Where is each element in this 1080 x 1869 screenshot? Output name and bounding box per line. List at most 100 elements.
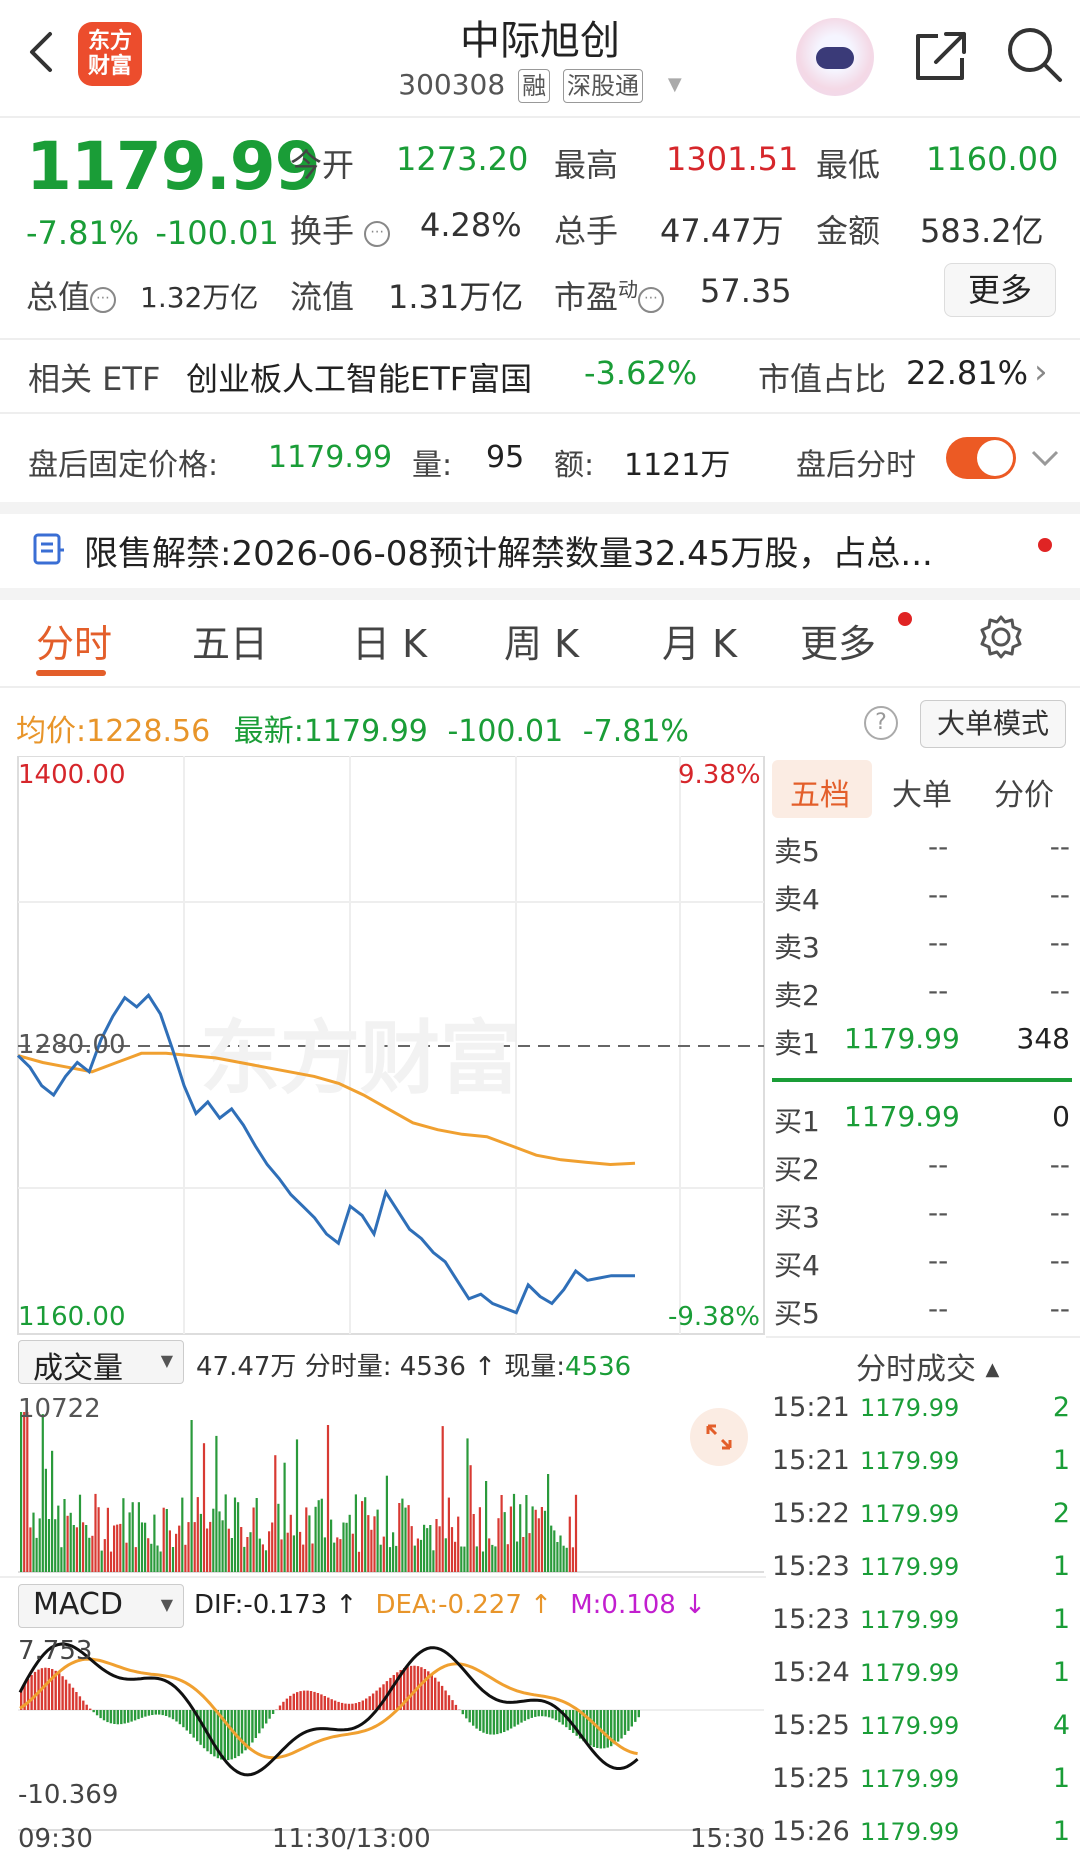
share-icon[interactable] (912, 28, 970, 84)
float-mcap-value: 1.31万亿 (388, 278, 524, 316)
macd-bar (147, 1710, 151, 1716)
info-icon: ⋯ (364, 221, 391, 247)
macd-bar (465, 1710, 468, 1719)
macd-bar (130, 1710, 133, 1722)
after-hours-chart-label: 盘后分时 (796, 448, 916, 483)
tab-day-k[interactable]: 日 K (352, 613, 427, 668)
volume-bar (97, 1507, 100, 1572)
volume-bar (171, 1547, 175, 1572)
tab-intraday[interactable]: 分时 (36, 613, 112, 668)
macd-bar (475, 1710, 478, 1729)
volume-bar (311, 1543, 314, 1572)
macd-bar (330, 1699, 333, 1710)
macd-bar (347, 1703, 351, 1710)
pct-top-label: 9.38% (678, 760, 761, 790)
tick-row: 15:26 1179.99 1 (772, 1816, 1070, 1847)
orderbook-row: 买1 1179.99 0 (774, 1100, 1070, 1138)
etf-row[interactable]: 相关 ETF 创业板人工智能ETF富国 -3.62% 市值占比 22.81% › (0, 340, 1080, 412)
volume-bar (209, 1521, 212, 1572)
low-value: 1160.00 (926, 140, 1059, 178)
ticks-title[interactable]: 分时成交 ▲ (856, 1344, 999, 1388)
volume-bar (404, 1507, 407, 1572)
volume-info: 47.47万 分时量: 4536 ↑ 现量:4536 (196, 1352, 632, 1382)
volume-bar (478, 1507, 481, 1572)
volume-bar (41, 1414, 44, 1572)
volume-bar (320, 1498, 323, 1572)
volume-bar (215, 1435, 218, 1572)
pe-value: 57.35 (700, 272, 792, 310)
tab-more[interactable]: 更多 (800, 613, 876, 668)
after-hours-toggle[interactable] (946, 437, 1016, 479)
tab-5day[interactable]: 五日 (192, 613, 268, 668)
chevron-right-icon: › (1034, 352, 1048, 392)
volume-bar (550, 1525, 553, 1572)
volume-bar (63, 1499, 66, 1572)
help-icon[interactable]: ? (864, 706, 898, 740)
volume-bar (131, 1502, 134, 1572)
orderbook-tab-price[interactable]: 分价 (994, 770, 1054, 814)
macd-bottom-label: -10.369 (18, 1780, 119, 1810)
macd-bar (430, 1674, 433, 1710)
macd-bar (392, 1675, 395, 1710)
macd-bar (30, 1675, 33, 1710)
volume-bar (339, 1539, 342, 1572)
search-icon[interactable] (1004, 24, 1064, 84)
volume-bar (258, 1538, 261, 1572)
pct-bottom-label: -9.38% (668, 1302, 760, 1332)
volume-bar (407, 1505, 410, 1572)
notice-text: 2026-06-08预计解禁数量32.45万股，占总... (231, 534, 933, 574)
expand-chart-icon[interactable] (690, 1408, 748, 1466)
volume-bar (509, 1506, 512, 1572)
volume-bar (574, 1494, 578, 1572)
volume-bar (202, 1443, 206, 1572)
volume-bar (261, 1544, 264, 1572)
volume-indicator-select[interactable]: 成交量 ▼ (18, 1340, 184, 1386)
mcap-value: 1.32万亿 (140, 281, 259, 314)
orderbook-tab-big[interactable]: 大单 (892, 770, 952, 814)
macd-bar (154, 1710, 157, 1715)
volume-bar (503, 1512, 506, 1572)
volume-bar (361, 1501, 364, 1572)
macd-indicator-select[interactable]: MACD ▼ (18, 1584, 184, 1628)
dropdown-caret-icon[interactable]: ▼ (668, 74, 682, 95)
volume-bar (147, 1538, 150, 1572)
big-order-mode-button[interactable]: 大单模式 (920, 700, 1066, 748)
volume-bar (243, 1546, 246, 1572)
etf-name: 创业板人工智能ETF富国 (186, 360, 533, 398)
high-label: 最高 (554, 146, 619, 184)
macd-bar (240, 1710, 244, 1754)
macd-bar (127, 1710, 130, 1723)
volume-bar (190, 1420, 193, 1572)
notice-row[interactable]: 限售解禁:2026-06-08预计解禁数量32.45万股，占总... (84, 526, 933, 575)
macd-bar (185, 1710, 188, 1731)
chevron-down-icon[interactable] (1030, 448, 1060, 468)
macd-bar (116, 1710, 119, 1725)
macd-bar (213, 1710, 216, 1757)
volume-bar (379, 1544, 382, 1572)
macd-bar (365, 1698, 368, 1710)
tab-week-k[interactable]: 周 K (504, 613, 579, 668)
tab-month-k[interactable]: 月 K (662, 613, 737, 668)
orderbook-tab-five[interactable]: 五档 (790, 770, 850, 814)
volume-bar (268, 1531, 271, 1572)
volume-bar (432, 1550, 435, 1572)
macd-bar (123, 1710, 126, 1724)
divider (766, 1336, 1080, 1338)
macd-bar (306, 1690, 309, 1710)
macd-bar (78, 1696, 82, 1710)
volume-bar (82, 1522, 85, 1572)
macd-bar (92, 1710, 95, 1713)
more-quote-button[interactable]: 更多 (944, 263, 1056, 317)
volume-bar (388, 1547, 392, 1572)
macd-bar (227, 1710, 230, 1761)
assistant-robot-icon[interactable] (796, 18, 874, 96)
volume-bar (240, 1527, 243, 1572)
volume-bar (193, 1522, 196, 1572)
volume-bar (140, 1522, 144, 1572)
macd-bar (509, 1710, 513, 1729)
volume-bar (450, 1527, 454, 1572)
volume-bar (302, 1544, 305, 1572)
settings-gear-icon[interactable] (978, 614, 1024, 660)
margin-tag: 融 (518, 69, 551, 103)
macd-bar (447, 1695, 451, 1710)
